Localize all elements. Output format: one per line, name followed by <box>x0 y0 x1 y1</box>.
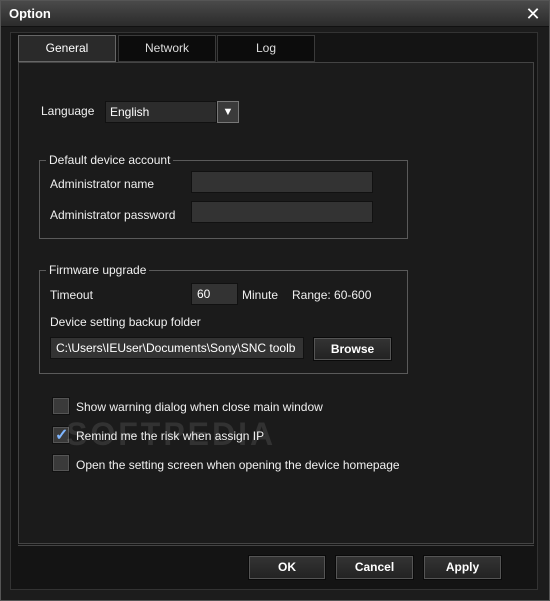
firmware-upgrade-title: Firmware upgrade <box>46 263 150 277</box>
timeout-range-label: Range: 60-600 <box>292 288 372 302</box>
dropdown-arrow-icon[interactable]: ▼ <box>217 101 239 123</box>
timeout-field[interactable]: 60 <box>191 283 238 305</box>
title-bar: Option ✕ <box>1 1 549 27</box>
ok-button[interactable]: OK <box>248 555 326 580</box>
tab-general[interactable]: General <box>18 35 116 62</box>
apply-button[interactable]: Apply <box>423 555 502 580</box>
timeout-label: Timeout <box>50 288 93 302</box>
window-title: Option <box>9 6 51 21</box>
admin-name-label: Administrator name <box>50 177 155 191</box>
close-icon[interactable]: ✕ <box>523 4 543 24</box>
tab-log[interactable]: Log <box>217 35 315 62</box>
show-warning-label: Show warning dialog when close main wind… <box>76 400 323 414</box>
language-label: Language <box>41 104 95 118</box>
default-account-title: Default device account <box>46 153 174 167</box>
backup-folder-label: Device setting backup folder <box>50 315 201 329</box>
open-setting-label: Open the setting screen when opening the… <box>76 458 400 472</box>
tab-network[interactable]: Network <box>118 35 216 62</box>
cancel-button[interactable]: Cancel <box>335 555 414 580</box>
admin-password-label: Administrator password <box>50 208 176 222</box>
timeout-unit-label: Minute <box>242 288 279 302</box>
backup-folder-field[interactable]: C:\Users\IEUser\Documents\Sony\SNC toolb <box>50 337 304 359</box>
browse-button[interactable]: Browse <box>313 337 392 361</box>
softpedia-watermark: SOFTPEDIA <box>66 416 277 452</box>
show-warning-checkbox[interactable] <box>52 397 70 415</box>
language-select[interactable]: English <box>105 101 217 123</box>
admin-password-field[interactable] <box>191 201 373 223</box>
admin-name-field[interactable] <box>191 171 373 193</box>
open-setting-checkbox[interactable] <box>52 454 70 472</box>
